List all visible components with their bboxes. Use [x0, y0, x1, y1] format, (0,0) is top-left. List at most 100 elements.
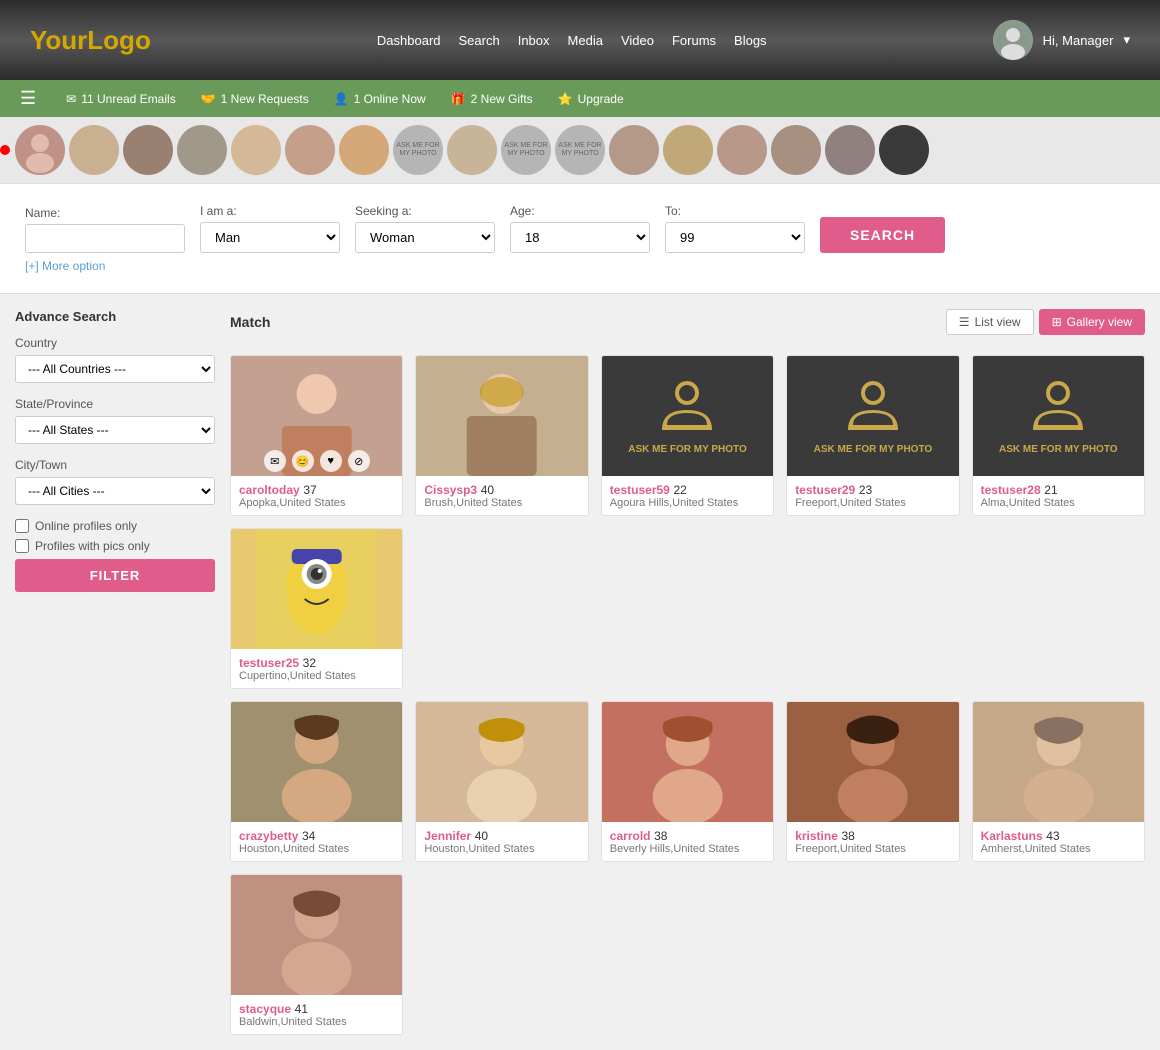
pics-only-checkbox[interactable] — [15, 539, 29, 553]
hamburger-icon[interactable]: ☰ — [20, 88, 36, 109]
profile-location: Freeport,United States — [795, 497, 950, 509]
upgrade[interactable]: ⭐ Upgrade — [558, 92, 624, 106]
profile-age: 38 — [654, 829, 667, 843]
strip-profile-12[interactable] — [771, 125, 821, 175]
profile-card-stacyque[interactable]: stacyque 41 Baldwin,United States — [230, 874, 403, 1035]
iam-label: I am a: — [200, 204, 340, 218]
strip-profile-5[interactable] — [231, 125, 281, 175]
chevron-down-icon: ▾ — [1123, 32, 1130, 48]
nav-media[interactable]: Media — [568, 33, 603, 48]
list-view-icon: ☰ — [959, 315, 970, 329]
state-select[interactable]: --- All States --- — [15, 416, 215, 444]
new-requests[interactable]: 🤝 1 New Requests — [201, 92, 309, 106]
state-label: State/Province — [15, 397, 215, 411]
profile-age: 41 — [295, 1002, 308, 1016]
strip-profile-4[interactable] — [177, 125, 227, 175]
strip-profile-14[interactable] — [879, 125, 929, 175]
profile-name: Karlastuns — [981, 829, 1043, 843]
profile-age: 21 — [1044, 483, 1057, 497]
nav-search[interactable]: Search — [459, 33, 500, 48]
name-input[interactable] — [25, 224, 185, 253]
profile-card-kristine[interactable]: kristine 38 Freeport,United States — [786, 701, 959, 862]
seeking-select[interactable]: Woman Man — [355, 222, 495, 253]
nav-video[interactable]: Video — [621, 33, 654, 48]
nav-blogs[interactable]: Blogs — [734, 33, 767, 48]
strip-profile-11[interactable] — [717, 125, 767, 175]
profile-card-testuser28[interactable]: ASK ME FOR MY PHOTO testuser28 21 Alma,U… — [972, 355, 1145, 516]
request-icon: 🤝 — [201, 92, 216, 106]
strip-profile-10[interactable] — [663, 125, 713, 175]
profile-card-cissysp3[interactable]: Cissysp3 40 Brush,United States — [415, 355, 588, 516]
new-gifts[interactable]: 🎁 2 New Gifts — [451, 92, 533, 106]
strip-profile-8[interactable] — [447, 125, 497, 175]
city-select[interactable]: --- All Cities --- — [15, 477, 215, 505]
profile-card-testuser59[interactable]: ASK ME FOR MY PHOTO testuser59 22 Agoura… — [601, 355, 774, 516]
filter-button[interactable]: FILTER — [15, 559, 215, 592]
profile-card-testuser29[interactable]: ASK ME FOR MY PHOTO testuser29 23 Freepo… — [786, 355, 959, 516]
profile-name: crazybetty — [239, 829, 298, 843]
profile-location: Cupertino,United States — [239, 670, 394, 682]
card-info: testuser28 21 Alma,United States — [973, 476, 1144, 515]
online-only-checkbox[interactable] — [15, 519, 29, 533]
profile-location: Beverly Hills,United States — [610, 843, 765, 855]
strip-profile-1[interactable] — [15, 125, 65, 175]
list-view-button[interactable]: ☰ List view — [946, 309, 1034, 335]
online-now[interactable]: 👤 1 Online Now — [334, 92, 426, 106]
gallery-view-button[interactable]: ⊞ Gallery view — [1039, 309, 1145, 335]
profile-card-caroltoday[interactable]: ✉ 😊 ♥ ⊘ caroltoday 37 Apopka,United Stat… — [230, 355, 403, 516]
strip-profile-ask3[interactable]: ASK ME FOR MY PHOTO — [555, 125, 605, 175]
strip-profile-9[interactable] — [609, 125, 659, 175]
profile-age: 37 — [303, 483, 316, 497]
to-label: To: — [665, 204, 805, 218]
card-block-icon[interactable]: ⊘ — [348, 450, 370, 472]
profile-location: Houston,United States — [424, 843, 579, 855]
strip-profile-13[interactable] — [825, 125, 875, 175]
iam-select[interactable]: Man Woman — [200, 222, 340, 253]
nav-inbox[interactable]: Inbox — [518, 33, 550, 48]
profile-location: Amherst,United States — [981, 843, 1136, 855]
card-mail-icon[interactable]: ✉ — [264, 450, 286, 472]
email-icon: ✉ — [66, 92, 76, 106]
card-info: testuser29 23 Freeport,United States — [787, 476, 958, 515]
gallery-grid-row2: crazybetty 34 Houston,United States J — [230, 701, 1145, 1035]
profile-card-karlastuns[interactable]: Karlastuns 43 Amherst,United States — [972, 701, 1145, 862]
nav-forums[interactable]: Forums — [672, 33, 716, 48]
strip-profile-ask1[interactable]: ASK ME FOR MY PHOTO — [393, 125, 443, 175]
strip-profile-ask2[interactable]: ASK ME FOR MY PHOTO — [501, 125, 551, 175]
unread-emails[interactable]: ✉ 11 Unread Emails — [66, 92, 176, 106]
more-option-link[interactable]: [+] More option — [25, 259, 1135, 273]
profile-name: caroltoday — [239, 483, 300, 497]
profile-age: 40 — [475, 829, 488, 843]
gallery-grid-row1: ✉ 😊 ♥ ⊘ caroltoday 37 Apopka,United Stat… — [230, 355, 1145, 689]
profile-card-crazybetty[interactable]: crazybetty 34 Houston,United States — [230, 701, 403, 862]
strip-profile-3[interactable] — [123, 125, 173, 175]
seeking-label: Seeking a: — [355, 204, 495, 218]
card-heart-icon[interactable]: ♥ — [320, 450, 342, 472]
profile-card-jennifer[interactable]: Jennifer 40 Houston,United States — [415, 701, 588, 862]
user-greeting: Hi, Manager — [1043, 33, 1114, 48]
profile-location: Agoura Hills,United States — [610, 497, 765, 509]
content-area: Match ☰ List view ⊞ Gallery view — [230, 309, 1145, 1035]
profile-age: 34 — [302, 829, 315, 843]
age-to-select[interactable]: 999080 — [665, 222, 805, 253]
search-button[interactable]: SEARCH — [820, 217, 945, 253]
match-label: Match — [230, 314, 270, 330]
main-area: Advance Search Country --- All Countries… — [0, 294, 1160, 1050]
logo-accent: Logo — [87, 25, 151, 55]
strip-profile-2[interactable] — [69, 125, 119, 175]
nav-dashboard[interactable]: Dashboard — [377, 33, 441, 48]
age-from-select[interactable]: 181920 — [510, 222, 650, 253]
profile-location: Baldwin,United States — [239, 1016, 394, 1028]
strip-profile-7[interactable] — [339, 125, 389, 175]
name-field: Name: — [25, 206, 185, 253]
profile-name: testuser25 — [239, 656, 299, 670]
profile-name: carrold — [610, 829, 651, 843]
profile-age: 22 — [673, 483, 686, 497]
card-smile-icon[interactable]: 😊 — [292, 450, 314, 472]
profile-location: Brush,United States — [424, 497, 579, 509]
user-area[interactable]: Hi, Manager ▾ — [993, 20, 1130, 60]
country-select[interactable]: --- All Countries --- — [15, 355, 215, 383]
main-nav: Dashboard Search Inbox Media Video Forum… — [377, 33, 767, 48]
profile-card-carrold[interactable]: carrold 38 Beverly Hills,United States — [601, 701, 774, 862]
strip-profile-6[interactable] — [285, 125, 335, 175]
